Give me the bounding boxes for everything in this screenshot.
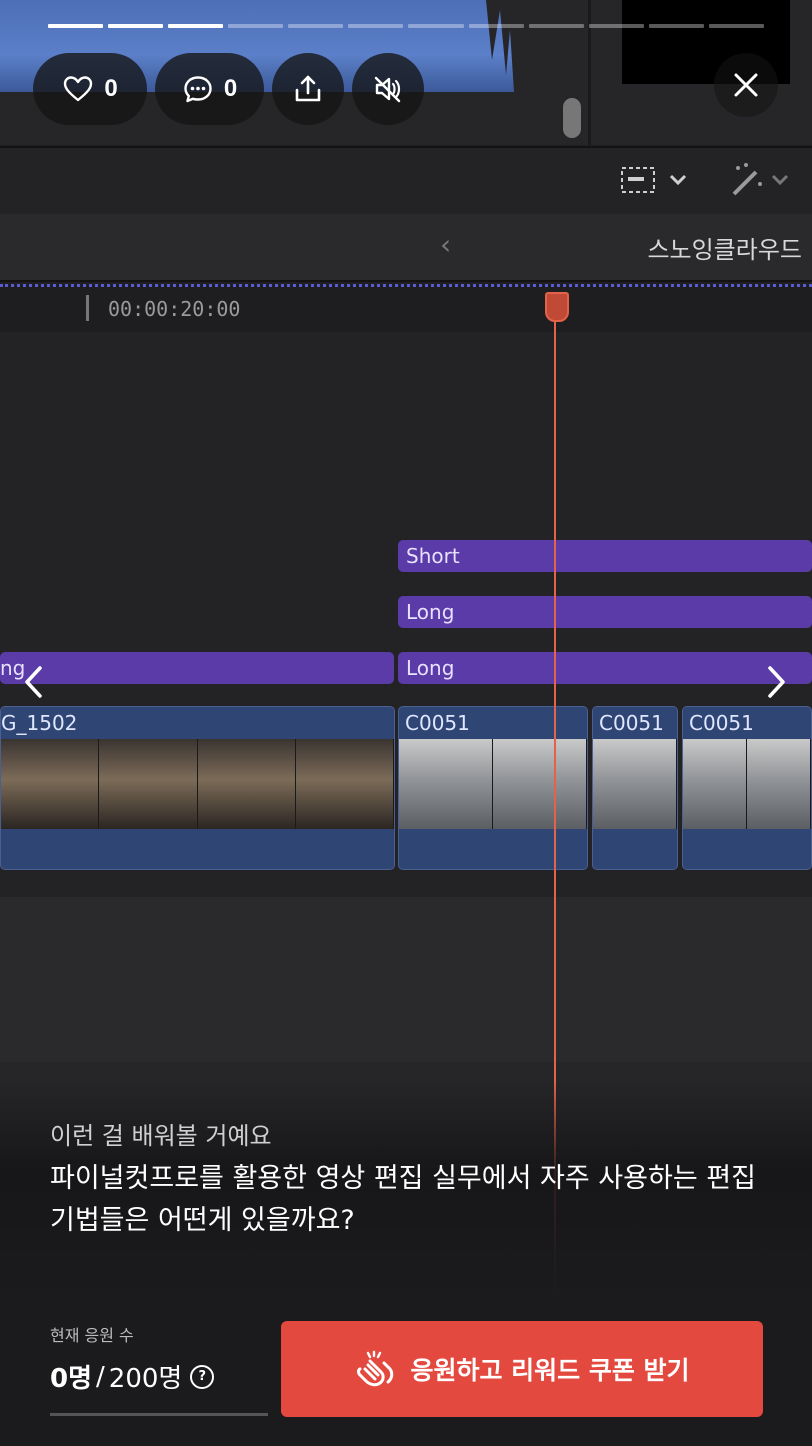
clip-label: C0051 (689, 711, 754, 735)
progress-segment (288, 24, 344, 28)
cta-label: 응원하고 리워드 쿠폰 받기 (410, 1356, 690, 1385)
help-icon[interactable]: ? (190, 1364, 215, 1389)
speaker-muted-icon (374, 76, 401, 103)
clip-label: G_1502 (1, 711, 78, 735)
like-count: 0 (104, 75, 118, 102)
clip-appearance-icon (621, 167, 655, 193)
cheer-progress-bar (50, 1413, 268, 1416)
video-clip-3: C0051 (682, 706, 812, 870)
timeline-toolbar (0, 146, 812, 216)
project-name: 스노잉클라우드 (647, 236, 802, 264)
thumbnail (1, 739, 100, 829)
clap-hands-icon (357, 1350, 394, 1387)
thumbnail (683, 739, 747, 829)
clip-thumbnails (1, 739, 394, 829)
timecode: 00:00:20:00 (108, 297, 241, 321)
share-button[interactable] (272, 53, 344, 125)
clip-thumbnails (593, 739, 677, 829)
timeline-path-bar: ‹ 스노잉클라우드 (0, 214, 812, 282)
clip-label: C0051 (405, 711, 470, 735)
cheer-reward-button[interactable]: 응원하고 리워드 쿠폰 받기 (281, 1321, 763, 1417)
panel-divider (588, 0, 591, 145)
chevron-down-icon (771, 174, 789, 186)
next-button[interactable] (756, 660, 796, 704)
heart-icon (64, 76, 93, 102)
clip-thumbnails (683, 739, 811, 829)
scroll-thumb (563, 98, 581, 138)
progress-segment (228, 24, 284, 28)
clip-short: Short (398, 540, 812, 572)
caption-subtitle: 이런 걸 배워볼 거예요 (50, 1122, 272, 1150)
timeline-ruler: 00:00:20:00 (0, 284, 812, 335)
cheer-count-label: 현재 응원 수 (50, 1326, 134, 1345)
progress-segment (348, 24, 404, 28)
ruler-tick (86, 295, 89, 321)
thumbnail (493, 739, 587, 829)
caption-title: 파이널컷프로를 활용한 영상 편집 실무에서 자주 사용하는 편집 기법들은 어… (50, 1163, 756, 1236)
thumbnail (197, 739, 296, 829)
comment-icon (184, 76, 212, 103)
thumbnail (399, 739, 493, 829)
chevron-left-icon: ‹ (440, 228, 452, 261)
previous-button[interactable] (14, 660, 54, 704)
clip-long-a: Long (398, 596, 812, 628)
cheer-goal: 200명 (108, 1364, 183, 1394)
thumbnail (99, 739, 198, 829)
cheer-separator: / (96, 1361, 105, 1392)
clip-long-b: Long (398, 652, 812, 684)
playhead-handle (545, 292, 569, 322)
like-button[interactable]: 0 (33, 53, 147, 125)
progress-segment (528, 24, 584, 28)
chevron-right-icon (768, 666, 785, 698)
progress-segment (108, 24, 164, 28)
progress-segment (468, 24, 524, 28)
story-progress (48, 24, 764, 28)
video-clip-1: C0051 (398, 706, 588, 870)
progress-segment (48, 24, 104, 28)
thumbnail (295, 739, 394, 829)
video-clip-left: G_1502 (0, 706, 395, 870)
chevron-left-icon (25, 666, 42, 698)
thumbnail (593, 739, 677, 829)
progress-segment (168, 24, 224, 28)
story-viewer: ‹ 스노잉클라우드 00:00:20:00 Short Long ng Long… (0, 0, 812, 1446)
clip-label: C0051 (599, 711, 664, 735)
share-icon (295, 75, 321, 102)
mute-button[interactable] (352, 53, 424, 125)
thumbnail (747, 739, 811, 829)
video-clip-2: C0051 (592, 706, 678, 870)
progress-segment (708, 24, 764, 28)
progress-segment (408, 24, 464, 28)
cheer-current: 0명 (50, 1364, 93, 1394)
close-icon (734, 73, 758, 97)
chevron-down-icon (669, 174, 687, 186)
clip-long-left: ng (0, 652, 394, 684)
progress-segment (588, 24, 644, 28)
comment-button[interactable]: 0 (155, 53, 264, 125)
progress-segment (648, 24, 704, 28)
comment-count: 0 (223, 75, 238, 102)
cheer-count: 0명 / 200명 ? (50, 1358, 215, 1395)
close-button[interactable] (714, 53, 778, 117)
clip-thumbnails (399, 739, 587, 829)
magic-wand-icon (732, 163, 762, 196)
